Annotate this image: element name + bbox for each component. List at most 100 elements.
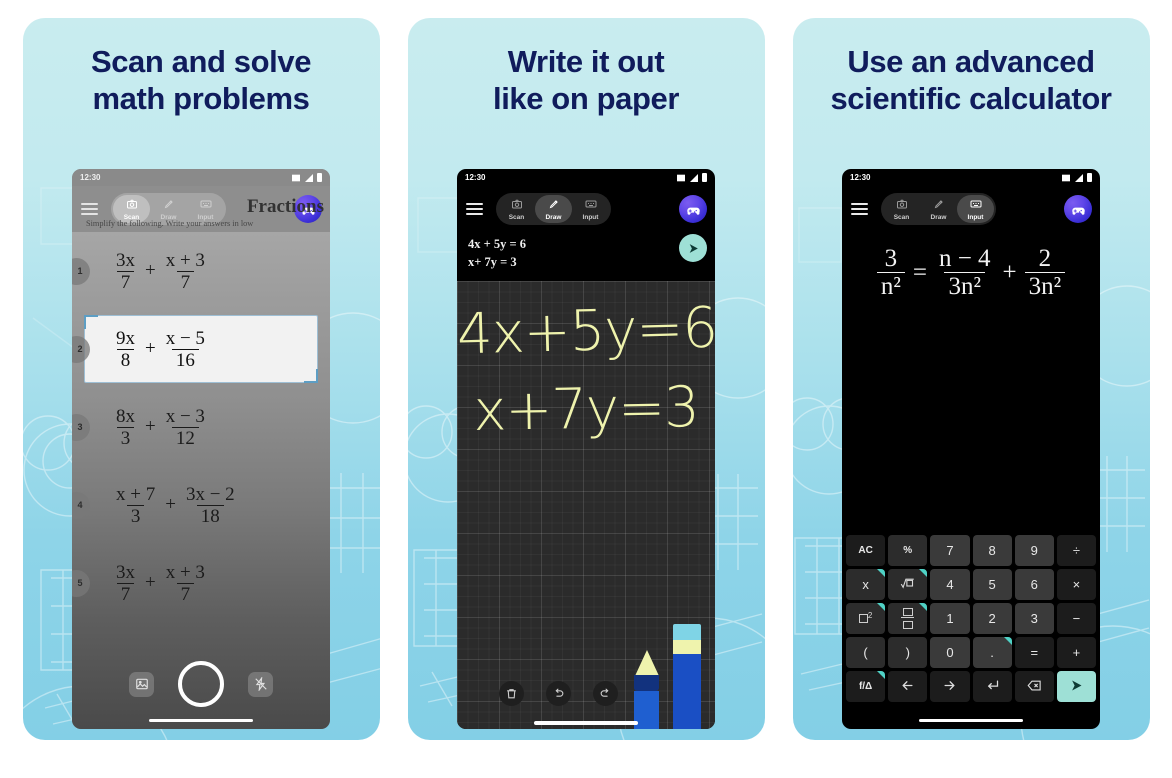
drawing-canvas[interactable]: 4x+5y=6 x+7y=3 (457, 280, 715, 729)
fraction: x + 37 (165, 249, 205, 293)
table-row[interactable]: 4 x + 73 + 3x − 2 18 (72, 466, 330, 544)
key-2[interactable]: 2 (972, 603, 1012, 634)
table-row[interactable]: 1 3x 7 + x + 37 (72, 232, 330, 310)
worksheet-title: Fractions (246, 196, 324, 217)
key-5[interactable]: 5 (972, 569, 1012, 600)
gamepad-icon[interactable] (1064, 195, 1092, 223)
key-arrow-right[interactable] (930, 671, 970, 702)
keypad-row: ( ) 0 . = + (846, 637, 1097, 668)
problem-number: 3 (72, 413, 90, 441)
table-row[interactable]: 5 3x 7 + x + 37 (72, 544, 330, 622)
tab-input[interactable]: Input (572, 195, 609, 223)
arrow-right-icon (942, 678, 957, 696)
backspace-icon (1027, 678, 1042, 696)
camera-icon (113, 198, 150, 213)
key-backspace[interactable] (1014, 671, 1054, 702)
mode-tabs: Scan Draw Input (881, 193, 996, 225)
key-arrow-left[interactable] (888, 671, 928, 702)
battery-icon (702, 173, 707, 182)
key-paren-open[interactable]: ( (846, 637, 886, 668)
key-multiply[interactable]: × (1056, 569, 1097, 600)
key-sqrt[interactable] (888, 569, 928, 600)
long-press-indicator (877, 569, 886, 577)
key-power[interactable]: 2 (846, 603, 886, 634)
keypad-row: x 4 5 6 × (846, 569, 1097, 600)
problem-number: 4 (72, 491, 90, 519)
promo-card-scan: Scan and solve math problems 12:30 Scan … (22, 18, 380, 740)
home-indicator (149, 718, 253, 722)
tab-draw[interactable]: Draw (535, 195, 572, 223)
menu-icon[interactable] (851, 203, 868, 215)
wifi-icon (677, 174, 685, 181)
operator: + (145, 572, 156, 593)
send-icon (1069, 678, 1084, 696)
worksheet-instruction: Simplify the following. Write your answe… (86, 219, 254, 228)
menu-icon[interactable] (466, 203, 483, 215)
table-row-selected[interactable]: 2 9x 8 + x − 5 16 (72, 310, 330, 388)
key-7[interactable]: 7 (930, 535, 970, 566)
key-8[interactable]: 8 (972, 535, 1012, 566)
key-equals[interactable]: = (1014, 637, 1054, 668)
menu-icon[interactable] (81, 203, 98, 215)
send-button[interactable] (679, 234, 707, 262)
tab-scan[interactable]: Scan (498, 195, 535, 223)
status-icons (1061, 173, 1092, 182)
key-paren-close[interactable]: ) (888, 637, 928, 668)
tab-scan-label: Scan (508, 214, 525, 221)
key-variable-x[interactable]: x (846, 569, 886, 600)
tab-input[interactable]: Input (957, 195, 994, 223)
shutter-button[interactable] (178, 661, 224, 707)
fraction: 3x 7 (116, 561, 135, 605)
status-icons (291, 173, 322, 182)
home-indicator (534, 721, 638, 725)
headline-line-2: like on paper (492, 80, 680, 116)
problem-expression: x + 73 + 3x − 2 18 (112, 485, 239, 526)
operator: + (145, 260, 156, 281)
sqrt-icon (900, 576, 915, 594)
table-row[interactable]: 3 8x 3 + x − 3 12 (72, 388, 330, 466)
long-press-indicator (1003, 637, 1012, 645)
gamepad-icon[interactable] (679, 195, 707, 223)
key-decimal[interactable]: . (972, 637, 1012, 668)
signal-icon (1075, 173, 1083, 182)
key-submit[interactable] (1056, 671, 1097, 702)
trash-icon[interactable] (499, 680, 524, 706)
key-9[interactable]: 9 (1014, 535, 1054, 566)
pen-icon (920, 198, 957, 213)
fraction-term-2: 2 3n² (1024, 246, 1066, 299)
key-plus[interactable]: + (1056, 637, 1097, 668)
key-minus[interactable]: − (1056, 603, 1097, 634)
page-title: Use an advanced scientific calculator (793, 18, 1150, 117)
fraction: x − 5 16 (165, 327, 205, 371)
key-0[interactable]: 0 (930, 637, 970, 668)
key-functions[interactable]: f/Δ (846, 671, 886, 702)
key-1[interactable]: 1 (930, 603, 970, 634)
undo-icon[interactable] (546, 680, 571, 706)
key-divide[interactable]: ÷ (1056, 535, 1097, 566)
flash-off-icon[interactable] (248, 671, 273, 697)
app-top-bar: Scan Draw Input (457, 186, 715, 262)
key-fraction[interactable] (888, 603, 928, 634)
pen-icon (535, 198, 572, 213)
headline-line-2: scientific calculator (830, 80, 1112, 116)
redo-icon[interactable] (593, 680, 618, 706)
key-3[interactable]: 3 (1014, 603, 1054, 634)
home-indicator (919, 718, 1023, 722)
key-6[interactable]: 6 (1014, 569, 1054, 600)
key-ac[interactable]: AC (846, 535, 886, 566)
page-title: Write it out like on paper (408, 18, 765, 117)
pen-tool-yellow[interactable] (634, 649, 659, 729)
gallery-icon[interactable] (129, 671, 154, 697)
key-4[interactable]: 4 (930, 569, 970, 600)
fraction: 3x 7 (116, 249, 135, 293)
marker-tool-blue[interactable] (673, 623, 701, 729)
long-press-indicator (919, 603, 928, 611)
tab-draw[interactable]: Draw (920, 195, 957, 223)
key-enter[interactable] (972, 671, 1012, 702)
fraction: 3x − 2 18 (185, 483, 235, 527)
square-power-icon: 2 (858, 611, 872, 626)
key-percent[interactable]: % (888, 535, 928, 566)
operator: + (145, 338, 156, 359)
tab-scan[interactable]: Scan (883, 195, 920, 223)
signal-icon (305, 173, 313, 182)
